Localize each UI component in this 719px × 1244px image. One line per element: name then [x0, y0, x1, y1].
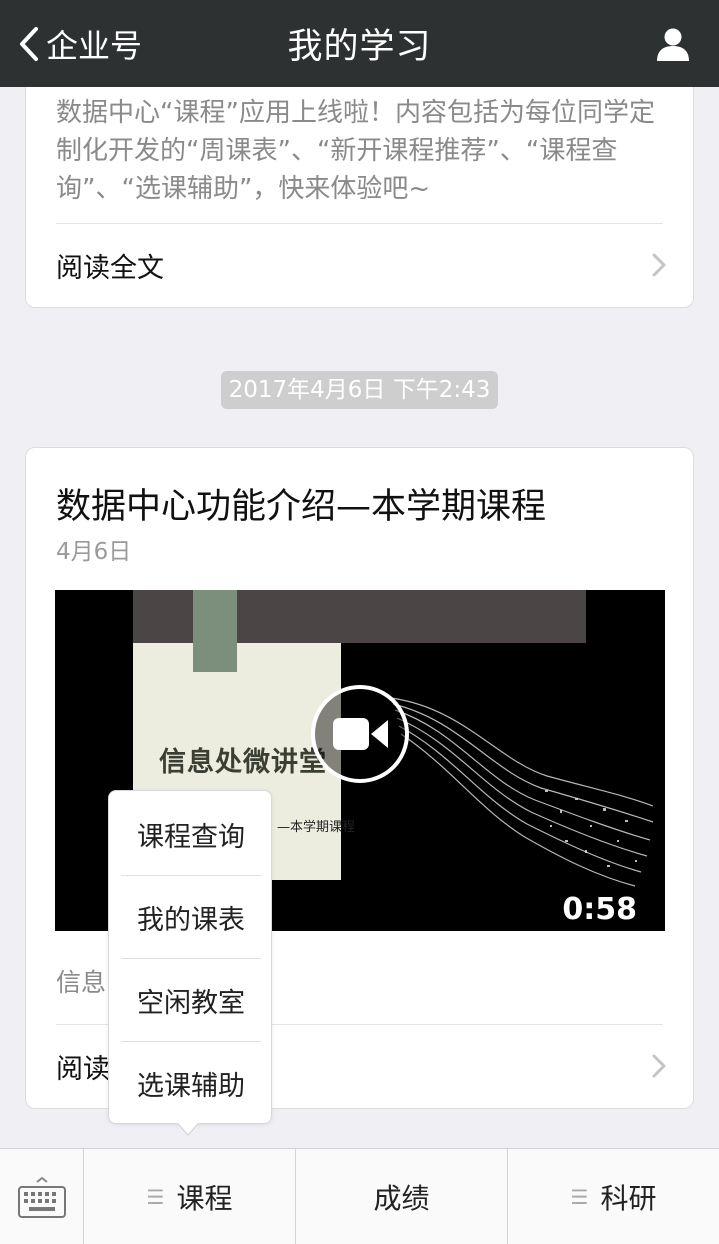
menu-button-research[interactable]: ☰ 科研: [508, 1149, 719, 1244]
submenu-item-my-schedule[interactable]: 我的课表: [121, 876, 261, 959]
submenu-lines-icon: ☰: [570, 1185, 589, 1209]
user-profile-icon[interactable]: [655, 26, 691, 62]
bookmark-ribbon: [193, 590, 237, 672]
keyboard-toggle-button[interactable]: [0, 1149, 84, 1244]
menu-button-grades[interactable]: 成绩: [296, 1149, 508, 1244]
article-source: 信息: [56, 968, 107, 997]
keyboard-icon: [17, 1176, 66, 1218]
page-title: 我的学习: [287, 27, 432, 67]
chevron-right-icon: [652, 253, 666, 277]
read-full-label: 阅读: [56, 1053, 110, 1085]
menu-button-label: 科研: [600, 1182, 657, 1215]
read-full-link[interactable]: 阅读全文: [56, 224, 667, 306]
submenu-item-free-classroom[interactable]: 空闲教室: [121, 959, 261, 1042]
submenu-pointer: [178, 1123, 198, 1134]
article-date: 4月6日: [56, 539, 132, 565]
chevron-left-icon: [20, 26, 38, 61]
menu-button-course[interactable]: ☰ 课程: [84, 1149, 296, 1244]
chevron-right-icon: [652, 1054, 666, 1078]
video-slide-title: 信息处微讲堂: [159, 747, 327, 778]
menu-button-label: 课程: [176, 1182, 233, 1215]
article-summary: 数据中心“课程”应用上线啦！内容包括为每位同学定制化开发的“周课表”、“新开课程…: [56, 98, 655, 204]
submenu-item-course-selection[interactable]: 选课辅助: [121, 1042, 261, 1125]
article-card-previous: 数据中心“课程”应用上线啦！内容包括为每位同学定制化开发的“周课表”、“新开课程…: [25, 60, 694, 308]
back-label: 企业号: [46, 26, 143, 65]
message-timestamp: 2017年4月6日 下午2:43: [221, 371, 498, 409]
submenu-lines-icon: ☰: [146, 1185, 165, 1209]
video-duration: 0:58: [562, 892, 637, 927]
menu-button-label: 成绩: [373, 1182, 430, 1215]
video-camera-icon[interactable]: [308, 682, 412, 786]
submenu-item-course-query[interactable]: 课程查询: [121, 793, 261, 876]
bottom-menu-bar: ☰ 课程 成绩 ☰ 科研: [0, 1148, 719, 1244]
article-title: 数据中心功能介绍—本学期课程: [56, 487, 547, 527]
navigation-bar: 企业号 我的学习: [0, 0, 719, 87]
back-button[interactable]: 企业号: [18, 0, 142, 87]
course-submenu: 课程查询 我的课表 空闲教室 选课辅助: [108, 790, 272, 1124]
read-full-label: 阅读全文: [56, 252, 164, 284]
